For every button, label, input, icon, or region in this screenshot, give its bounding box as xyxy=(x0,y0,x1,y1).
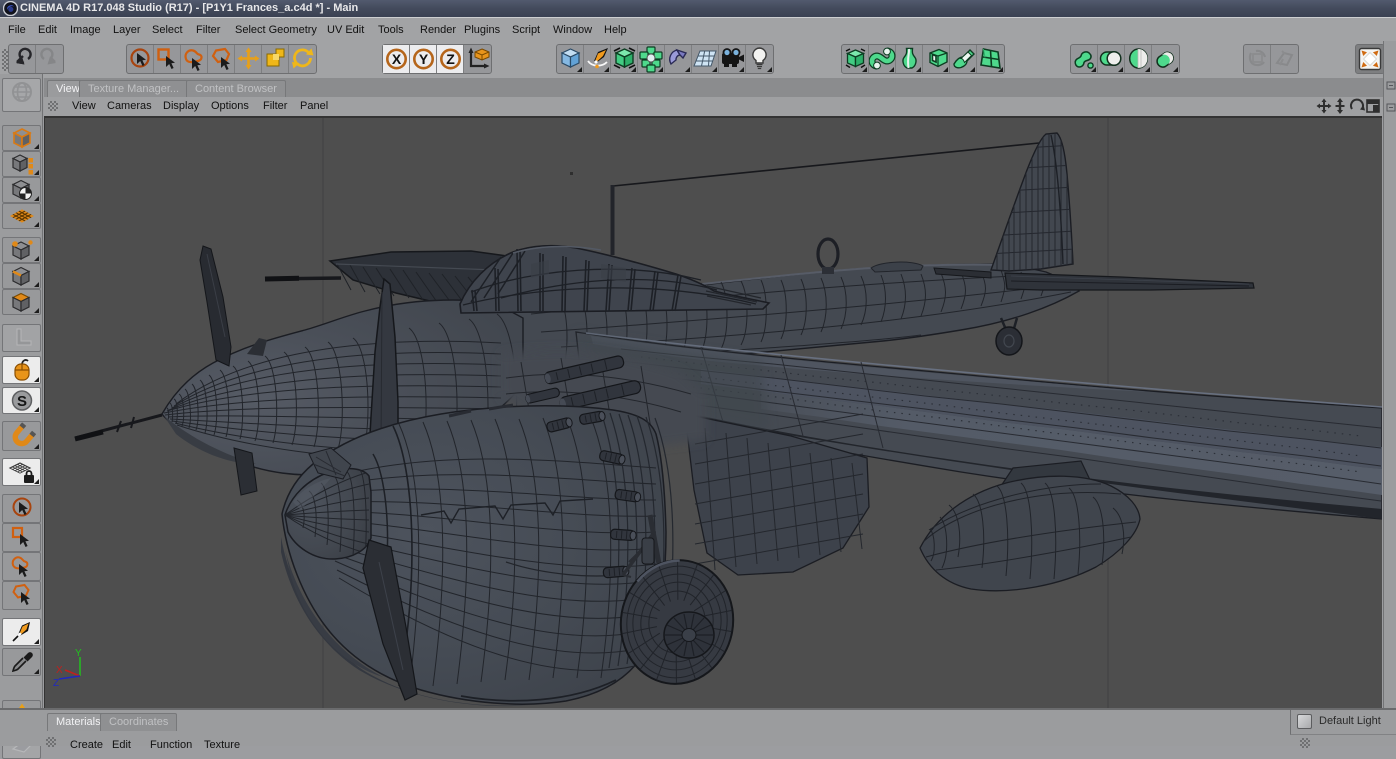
svg-text:X: X xyxy=(392,51,402,67)
svg-text:Y: Y xyxy=(75,648,82,659)
svg-text:Y: Y xyxy=(419,51,429,67)
svg-text:S: S xyxy=(16,393,26,410)
svg-text:X: X xyxy=(56,665,63,676)
svg-text:Z: Z xyxy=(53,678,59,689)
svg-text:Z: Z xyxy=(446,51,455,67)
